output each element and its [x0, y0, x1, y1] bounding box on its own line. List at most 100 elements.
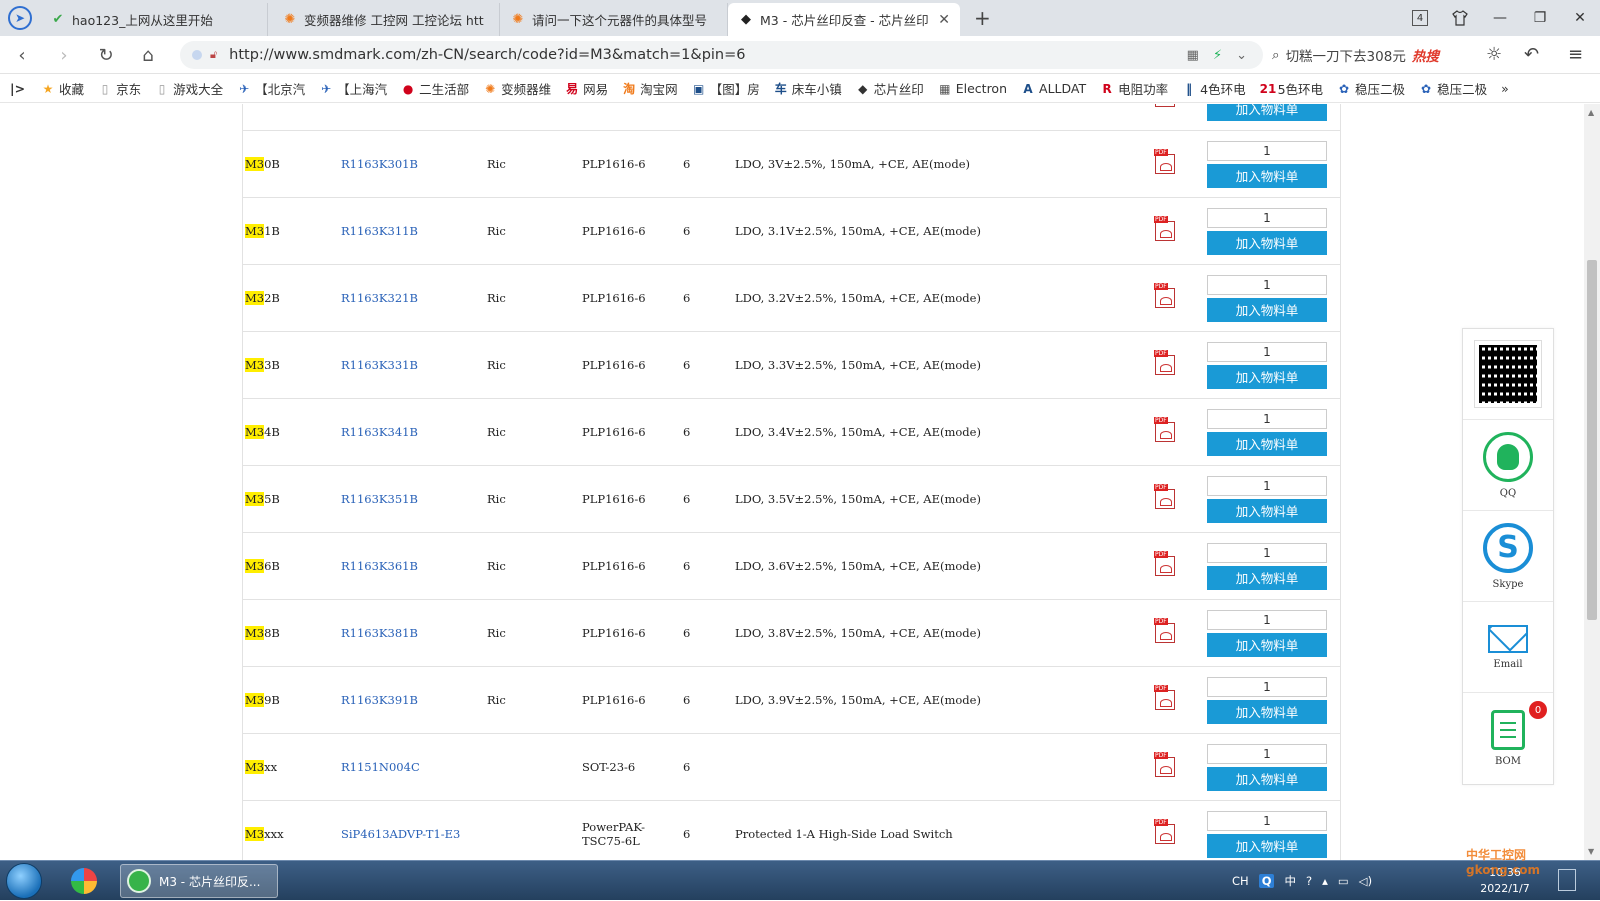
tab-count-button[interactable]: 4 — [1400, 0, 1440, 36]
bookmark-item[interactable]: ✿ 稳压二极 — [1419, 79, 1487, 98]
scrollbar-thumb[interactable] — [1587, 260, 1597, 620]
reload-button[interactable]: ↻ — [92, 41, 120, 69]
datasheet-link[interactable] — [1154, 399, 1175, 465]
tray-expand-icon[interactable]: ▴ — [1322, 874, 1328, 888]
datasheet-link[interactable] — [1154, 667, 1175, 733]
brightness-icon[interactable]: ☼ — [1486, 44, 1502, 65]
add-to-bom-button[interactable]: 加入物料单 — [1207, 498, 1327, 523]
part-number-link[interactable]: R1163K321B — [341, 265, 418, 331]
new-tab-button[interactable]: + — [974, 6, 991, 30]
skin-shirt-icon[interactable] — [1440, 0, 1480, 36]
bookmark-item[interactable]: ‖ 4色环电 — [1182, 79, 1245, 98]
bookmark-item[interactable]: 21 5色环电 — [1260, 79, 1323, 98]
add-to-bom-button[interactable]: 加入物料单 — [1207, 699, 1327, 724]
minimize-button[interactable]: — — [1480, 0, 1520, 36]
quantity-input[interactable] — [1207, 743, 1327, 764]
quantity-input[interactable] — [1207, 810, 1327, 831]
bookmark-item[interactable]: ✺ 变频器维 — [483, 79, 551, 98]
chevron-down-icon[interactable]: ⌄ — [1236, 48, 1247, 63]
bookmark-item[interactable]: ▯ 游戏大全 — [155, 79, 223, 98]
start-button[interactable] — [6, 863, 42, 899]
close-window-button[interactable]: ✕ — [1560, 0, 1600, 36]
browser-tab[interactable]: ✺ 变频器维修 工控网 工控论坛 htt — [272, 3, 500, 36]
part-number-link[interactable]: R1163K351B — [341, 466, 418, 532]
qr-code-icon[interactable]: ▦ — [1187, 48, 1199, 63]
quantity-input[interactable] — [1207, 475, 1327, 496]
add-to-bom-button[interactable]: 加入物料单 — [1207, 163, 1327, 188]
sidebar-toggle-icon[interactable]: |> — [10, 81, 25, 96]
menu-icon[interactable]: ≡ — [1568, 44, 1583, 65]
bookmark-item[interactable]: 车床车小镇 — [774, 79, 842, 98]
pinned-app-button[interactable] — [66, 864, 102, 898]
part-number-link[interactable]: R1163K391B — [341, 667, 418, 733]
part-number-link[interactable]: R1151N004C — [341, 734, 420, 800]
bookmark-item[interactable]: ◆ 芯片丝印 — [856, 79, 924, 98]
part-number-link[interactable]: R1163K311B — [341, 198, 418, 264]
add-to-bom-button[interactable]: 加入物料单 — [1207, 766, 1327, 791]
qr-code-item[interactable] — [1463, 329, 1553, 420]
bookmark-item[interactable]: ▣ 【图】房 — [692, 79, 760, 98]
search-suggestion[interactable]: 切糕一刀下去308元 — [1286, 45, 1406, 65]
add-to-bom-button[interactable]: 加入物料单 — [1207, 297, 1327, 322]
back-button[interactable]: ‹ — [8, 41, 36, 69]
part-number-link[interactable]: SiP4613ADVP-T1-E3 — [341, 801, 460, 860]
add-to-bom-button[interactable]: 加入物料单 — [1207, 364, 1327, 389]
address-bar[interactable]: 🔓︎ http://www.smdmark.com/zh-CN/search/c… — [180, 41, 1263, 69]
add-to-bom-button[interactable]: 加入物料单 — [1207, 565, 1327, 590]
quantity-input[interactable] — [1207, 676, 1327, 697]
help-icon[interactable]: ? — [1306, 874, 1312, 888]
page-scrollbar[interactable]: ▲ ▼ — [1584, 104, 1600, 860]
bookmark-item[interactable]: R 电阻功率 — [1100, 79, 1169, 98]
browser-tab[interactable]: ✔ hao123_上网从这里开始 — [40, 3, 268, 36]
email-contact-button[interactable]: Email — [1463, 602, 1553, 693]
qq-pinyin-icon[interactable]: Q — [1258, 874, 1275, 888]
search-box[interactable]: ⌕ 切糕一刀下去308元 热搜 — [1272, 41, 1468, 69]
quantity-input[interactable] — [1207, 408, 1327, 429]
home-button[interactable]: ⌂ — [134, 41, 162, 69]
part-number-link[interactable]: R1163K301B — [341, 131, 418, 197]
part-number-link[interactable]: R1163K341B — [341, 399, 418, 465]
datasheet-link[interactable] — [1155, 104, 1175, 130]
quantity-input[interactable] — [1207, 140, 1327, 161]
add-to-bom-button[interactable]: 加入物料单 — [1207, 230, 1327, 255]
bookmark-item[interactable]: 易网易 — [565, 79, 608, 98]
browser-logo-button[interactable]: ➤ — [0, 0, 40, 36]
close-tab-icon[interactable]: ✕ — [938, 12, 950, 28]
datasheet-link[interactable] — [1154, 466, 1175, 532]
bookmark-item[interactable]: ▯ 京东 — [98, 79, 141, 98]
skype-contact-button[interactable]: S Skype — [1463, 511, 1553, 602]
insecure-lock-icon[interactable]: 🔓︎ — [210, 48, 217, 62]
datasheet-link[interactable] — [1154, 131, 1175, 197]
restore-button[interactable]: ❐ — [1520, 0, 1560, 36]
part-number-link[interactable]: R1163K331B — [341, 332, 418, 398]
browser-tab[interactable]: ◆ M3 - 芯片丝印反查 - 芯片丝印 ✕ — [728, 3, 960, 36]
bookmark-item[interactable]: A ALLDAT — [1021, 79, 1086, 98]
ime-language[interactable]: CH — [1232, 874, 1249, 888]
bookmark-item[interactable]: ✈ 【北京汽 — [237, 79, 305, 98]
bookmark-item[interactable]: 淘淘宝网 — [622, 79, 678, 98]
part-number-link[interactable]: R1163K381B — [341, 600, 418, 666]
qq-contact-button[interactable]: QQ — [1463, 420, 1553, 511]
datasheet-link[interactable] — [1154, 198, 1175, 264]
add-to-bom-button[interactable]: 加入物料单 — [1207, 632, 1327, 657]
quantity-input[interactable] — [1207, 542, 1327, 563]
bookmark-item[interactable]: ✿ 稳压二极 — [1337, 79, 1405, 98]
bookmark-item[interactable]: ● 二生活部 — [401, 79, 469, 98]
quantity-input[interactable] — [1207, 207, 1327, 228]
add-to-bom-button[interactable]: 加入物料单 — [1207, 104, 1327, 121]
bookmark-item[interactable]: ✈ 【上海汽 — [319, 79, 387, 98]
quantity-input[interactable] — [1207, 609, 1327, 630]
forward-button[interactable]: › — [50, 41, 78, 69]
datasheet-link[interactable] — [1154, 265, 1175, 331]
datasheet-link[interactable] — [1154, 332, 1175, 398]
datasheet-link[interactable] — [1154, 734, 1175, 800]
speed-mode-icon[interactable]: ⚡ — [1213, 48, 1222, 63]
add-to-bom-button[interactable]: 加入物料单 — [1207, 833, 1327, 858]
datasheet-link[interactable] — [1154, 801, 1175, 860]
taskbar-browser-window[interactable]: M3 - 芯片丝印反... — [120, 864, 278, 898]
volume-icon[interactable]: ◁) — [1359, 874, 1372, 888]
bookmark-item[interactable]: ▦ Electron — [938, 79, 1007, 98]
bom-button[interactable]: 0 BOM — [1463, 693, 1553, 784]
site-info-icon[interactable] — [192, 50, 202, 60]
add-to-bom-button[interactable]: 加入物料单 — [1207, 431, 1327, 456]
